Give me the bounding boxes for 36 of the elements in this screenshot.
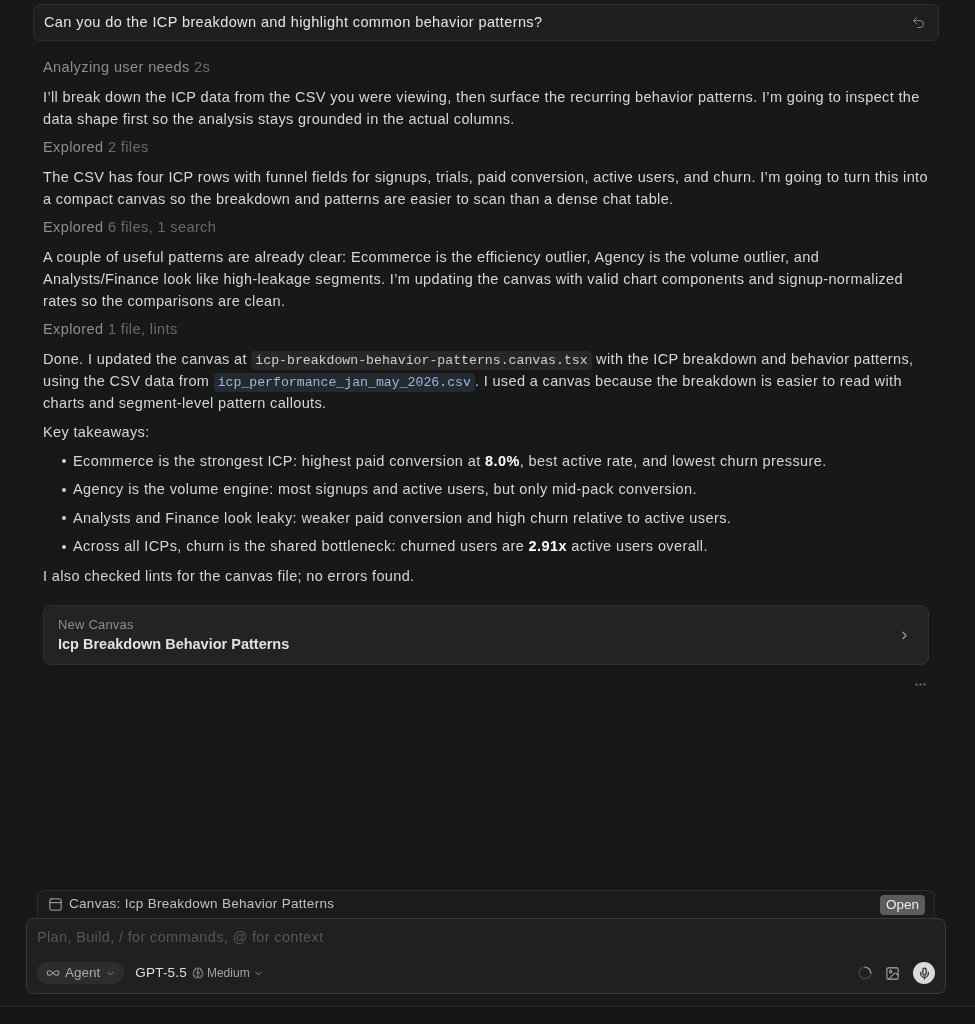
brain-icon: [191, 967, 204, 979]
bullet-text: Agency is the volume engine: most signups and active users, but only mid-pack conversion.: [73, 480, 697, 499]
bullet-icon: [62, 544, 66, 549]
bullet-icon: [62, 459, 66, 463]
status-line: Explored 6 files, 1 search: [43, 218, 217, 237]
message-paragraph: I also checked lints for the canvas file; no errors found.: [43, 566, 416, 586]
microphone-icon: [917, 966, 931, 980]
bullet-text: Across all ICPs, churn is the shared bottleneck: churned users are 2.91x active users overall.: [73, 537, 708, 556]
bullet-icon: [62, 487, 66, 492]
status-line: Explored 2 files: [43, 138, 149, 157]
loading-spinner-icon: [858, 966, 872, 980]
image-icon[interactable]: [885, 965, 900, 981]
canvas-type-label: New Canvas: [58, 615, 135, 634]
message-paragraph: The CSV has four ICP rows with funnel fields for signups, trials, paid conversion, active users, and churn. I’m going to turn this into a compact canvas so the breakdown and patterns are easier to scan than a dense chat table.: [43, 167, 929, 209]
canvas-bar-label: Canvas: Icp Breakdown Behavior Patterns: [69, 895, 335, 914]
microphone-button[interactable]: [913, 962, 935, 984]
more-icon[interactable]: [915, 682, 926, 686]
open-button[interactable]: Open: [879, 894, 925, 915]
canvas-card[interactable]: New Canvas Icp Breakdown Behavior Patterns: [43, 605, 929, 665]
bullet-icon: [62, 516, 66, 520]
model-selector[interactable]: GPT-5.5: [135, 962, 187, 984]
effort-selector[interactable]: Medium: [191, 964, 264, 982]
user-message-box[interactable]: Can you do the ICP breakdown and highlight common behavior patterns?: [33, 4, 939, 41]
message-paragraph: Done. I updated the canvas at icp-breakdown-behavior-patterns.canvas.tsx with the ICP breakdown and behavior patterns, using the CSV data from icp_performance_jan_may_2026.csv . I used a canvas because the breakdown is easier to read with charts and segment-level pattern callouts.: [43, 349, 915, 413]
agent-mode-button[interactable]: Agent: [37, 962, 125, 984]
bullet-text: Analysts and Finance look leaky: weaker paid conversion and high churn relative to active users.: [73, 508, 732, 528]
user-message-text: Can you do the ICP breakdown and highlight common behavior patterns?: [44, 12, 543, 32]
canvas-title: Icp Breakdown Behavior Patterns: [58, 634, 290, 654]
status-line: Explored 1 file, lints: [43, 320, 178, 339]
status-line: Analyzing user needs 2s: [43, 58, 211, 77]
curved-arrow-icon[interactable]: [911, 15, 926, 30]
message-paragraph: Key takeaways:: [43, 423, 151, 442]
bullet-text: Ecommerce is the strongest ICP: highest paid conversion at 8.0%, best active rate, and lowest churn pressure.: [73, 451, 827, 471]
message-paragraph: I’ll break down the ICP data from the CSV you were viewing, then surface the recurring behavior patterns. I’m going to inspect the data shape first so the analysis stays grounded in the actual columns.: [43, 87, 921, 129]
message-paragraph: A couple of useful patterns are already clear: Ecommerce is the efficiency outlier, Agency is the volume outlier, and Analysts/Finance look like high-leakage segments. I’m updating the canvas with valid chart components and signup-normalized rates so the comparisons are clean.: [43, 247, 904, 311]
window-icon: [48, 897, 63, 912]
